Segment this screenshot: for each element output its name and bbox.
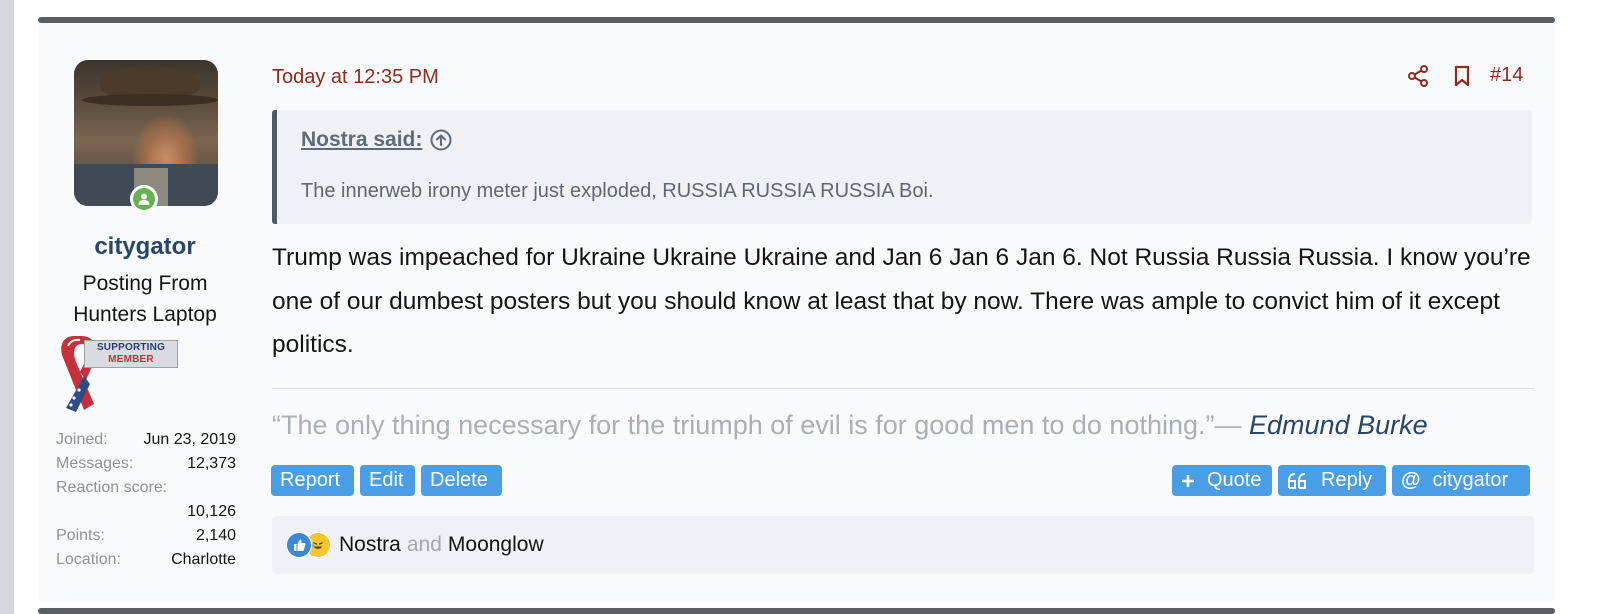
- stat-label: Points:: [56, 527, 105, 544]
- stat-label: Reaction score:: [56, 479, 168, 496]
- user-title-line1: Posting From: [82, 272, 208, 295]
- mention-button[interactable]: @ citygator: [1392, 465, 1530, 496]
- signature-author: Edmund Burke: [1249, 410, 1428, 440]
- page-gutter: [0, 0, 14, 614]
- quote-block: Nostra said: The innerweb irony meter ju…: [272, 110, 1532, 224]
- online-status-icon: [130, 185, 158, 213]
- user-stats: Joined: Jun 23, 2019 Messages: 12,373 Re…: [56, 428, 236, 572]
- stat-value: Jun 23, 2019: [143, 431, 236, 448]
- plus-icon: [1182, 474, 1194, 487]
- delete-button[interactable]: Delete: [421, 465, 502, 496]
- stat-label: Messages:: [56, 455, 134, 472]
- stat-joined: Joined: Jun 23, 2019: [56, 428, 236, 452]
- edit-button-label: Edit: [369, 469, 404, 491]
- stat-points: Points: 2,140: [56, 524, 236, 548]
- stat-location: Location: Charlotte: [56, 548, 236, 572]
- signature-dash: —: [1214, 410, 1250, 440]
- stat-value[interactable]: 2,140: [196, 524, 236, 548]
- report-button[interactable]: Report: [271, 465, 354, 496]
- bookmark-icon[interactable]: [1450, 64, 1474, 88]
- stat-label: Joined:: [56, 431, 108, 448]
- reaction-user-moonglow[interactable]: Moonglow: [448, 533, 544, 557]
- stat-value[interactable]: Charlotte: [171, 548, 236, 572]
- at-icon: @: [1401, 469, 1421, 491]
- badge-plate: SUPPORTING MEMBER: [84, 340, 178, 368]
- quote-button[interactable]: Quote: [1172, 465, 1272, 496]
- signature-divider: [272, 388, 1534, 389]
- reply-quote-icon: [1288, 472, 1306, 489]
- reply-button-label: Reply: [1321, 469, 1373, 491]
- avatar-hat-brim: [82, 94, 218, 106]
- user-title-line2: Hunters Laptop: [73, 303, 217, 326]
- stat-reaction-score-value-row: 10,126: [56, 500, 236, 524]
- stat-value[interactable]: 12,373: [187, 452, 236, 476]
- username[interactable]: citygator: [54, 233, 236, 261]
- reactions-bar[interactable]: Nostra and Moonglow: [272, 516, 1534, 574]
- stat-label: Location:: [56, 551, 121, 568]
- share-icon[interactable]: [1406, 64, 1430, 88]
- quote-button-label: Quote: [1207, 469, 1262, 491]
- message-body: Trump was impeached for Ukraine Ukraine …: [272, 244, 1531, 358]
- post-date[interactable]: Today at 12:35 PM: [272, 66, 439, 89]
- reaction-user-nostra[interactable]: Nostra: [339, 533, 401, 557]
- quote-arrow-up-icon[interactable]: [429, 128, 453, 152]
- user-title: Posting From Hunters Laptop: [54, 268, 236, 330]
- quote-author[interactable]: Nostra said:: [301, 128, 422, 152]
- reply-button[interactable]: Reply: [1278, 465, 1386, 496]
- post-number[interactable]: #14: [1490, 64, 1523, 87]
- edit-button[interactable]: Edit: [360, 465, 415, 496]
- badge-line2: MEMBER: [108, 354, 154, 365]
- avatar[interactable]: [74, 60, 218, 206]
- post-separator-bottom: [38, 608, 1555, 614]
- supporting-member-badge: SUPPORTING MEMBER: [54, 332, 184, 414]
- stat-value: 10,126: [187, 503, 236, 520]
- signature: “The only thing necessary for the triump…: [272, 410, 1428, 441]
- quote-text: The innerweb irony meter just exploded, …: [301, 180, 934, 202]
- signature-quote: “The only thing necessary for the triump…: [272, 410, 1215, 440]
- reaction-and: and: [406, 533, 442, 556]
- delete-button-label: Delete: [430, 469, 488, 491]
- stat-reaction-score: Reaction score:: [56, 476, 236, 500]
- mention-button-label: citygator: [1432, 469, 1509, 491]
- stat-messages: Messages: 12,373: [56, 452, 236, 476]
- badge-line1: SUPPORTING: [96, 342, 166, 353]
- report-button-label: Report: [280, 469, 341, 491]
- like-icon: [286, 532, 312, 558]
